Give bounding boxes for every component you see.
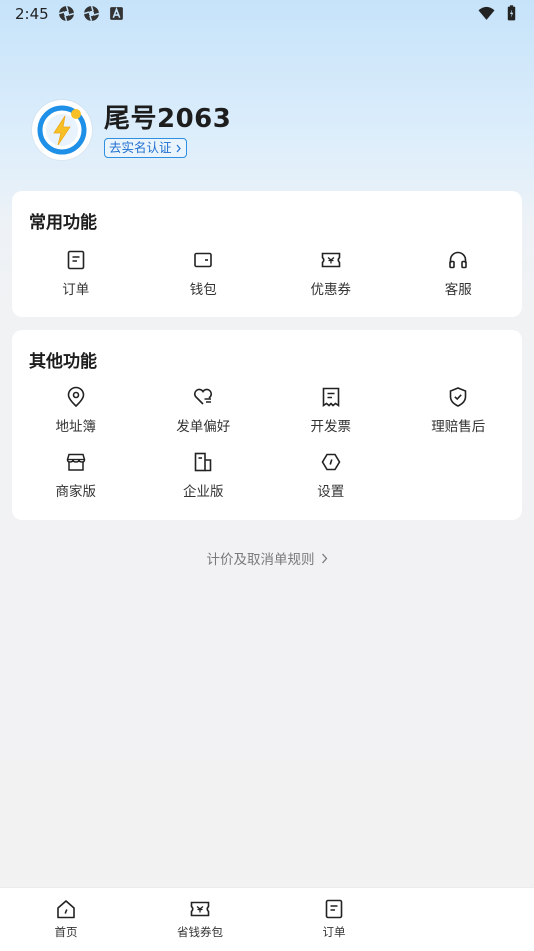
nav-tab-label: 省钱券包 [177,925,223,939]
aperture-icon [83,5,100,22]
other-functions-card: 其他功能 地址簿 发单偏好 开发票 理赔售后 商家版 企业版 设置 [12,330,522,520]
common-item-label: 客服 [444,282,472,298]
other-item-enterprise[interactable]: 企业版 [140,451,268,516]
other-item-label: 发单偏好 [176,419,231,435]
lightning-logo-icon [37,105,87,155]
nav-tab-label: 订单 [322,925,346,939]
other-item-settings[interactable]: 设置 [267,451,395,516]
common-item-coupon[interactable]: 优惠券 [267,249,395,314]
other-item-label: 地址簿 [55,419,97,435]
wifi-icon [478,6,495,20]
other-item-label: 商家版 [55,484,97,500]
common-item-label: 优惠券 [310,282,352,298]
shield-check-icon [449,387,467,407]
headset-icon [449,251,468,269]
settings-icon [321,453,341,471]
heart-list-icon [194,388,213,405]
location-pin-icon [67,386,85,408]
nav-tab-home[interactable]: 首页 [26,898,106,940]
nav-tab-coupons[interactable]: 省钱券包 [160,898,240,940]
home-icon [57,900,75,919]
battery-icon [507,5,516,21]
other-item-label: 开发票 [310,419,352,435]
other-item-label: 理赔售后 [431,419,486,435]
common-functions-card: 常用功能 订单 钱包 优惠券 客服 [12,191,522,317]
status-system-icons [478,5,520,22]
aperture-icon [58,5,75,22]
store-icon [66,453,86,471]
invoice-icon [322,387,340,407]
nav-tab-orders[interactable]: 订单 [294,898,374,940]
order-icon [67,250,85,270]
verify-identity-button[interactable]: 去实名认证 [104,138,187,158]
common-item-customer-service[interactable]: 客服 [395,249,523,314]
profile-header[interactable]: 尾号2063 去实名认证 [32,100,231,160]
coupon-icon [190,901,210,917]
other-item-label: 设置 [317,484,345,500]
pricing-rules-label: 计价及取消单规则 [206,552,315,568]
other-item-invoice[interactable]: 开发票 [267,386,395,451]
avatar[interactable] [32,100,92,160]
other-item-claims[interactable]: 理赔售后 [395,386,523,451]
common-item-order[interactable]: 订单 [12,249,140,314]
other-item-address-book[interactable]: 地址簿 [12,386,140,451]
status-bar: 2:45 [0,0,534,28]
nav-tab-label: 首页 [54,925,78,939]
common-item-wallet[interactable]: 钱包 [140,249,268,314]
verify-label: 去实名认证 [109,140,172,155]
coupon-icon [321,252,341,268]
pricing-rules-link[interactable]: 计价及取消单规则 [0,548,534,568]
common-item-label: 钱包 [189,282,217,298]
other-functions-title: 其他功能 [29,352,97,372]
chevron-right-icon [176,144,181,152]
chevron-right-icon [321,553,327,563]
wallet-icon [194,252,213,268]
a-badge-icon [110,6,123,20]
common-item-label: 订单 [62,282,90,298]
order-icon [325,899,343,919]
common-functions-title: 常用功能 [29,213,97,233]
status-notifications [58,5,125,22]
status-time: 2:45 [15,5,49,23]
other-item-merchant[interactable]: 商家版 [12,451,140,516]
building-icon [194,452,212,472]
username: 尾号2063 [104,104,232,134]
bottom-navigation: 首页 省钱券包 订单 [0,887,534,951]
other-item-label: 企业版 [183,484,224,500]
other-item-order-preference[interactable]: 发单偏好 [140,386,268,451]
